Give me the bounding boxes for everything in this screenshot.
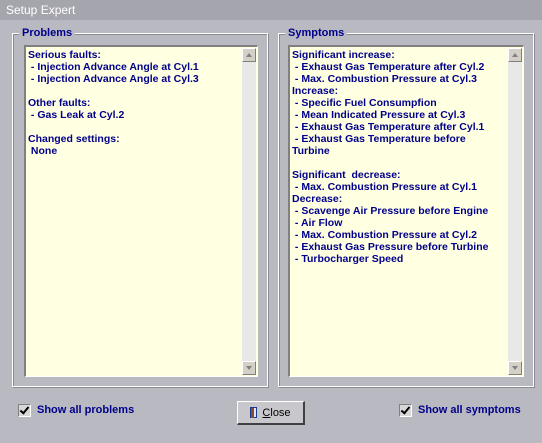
problems-list-item: - Injection Advance Angle at Cyl.1 xyxy=(28,61,199,73)
symptoms-list-item: - Mean Indicated Pressure at Cyl.3 xyxy=(292,109,466,121)
symptoms-list-item: Decrease: xyxy=(292,193,343,205)
show-all-problems-checkbox[interactable]: Show all problems xyxy=(18,403,134,417)
checkmark-icon xyxy=(400,403,411,415)
symptoms-list-item: - Exhaust Gas Temperature after Cyl.2 xyxy=(292,61,485,73)
show-all-symptoms-label[interactable]: Show all symptoms xyxy=(418,404,521,416)
symptoms-list-item xyxy=(292,157,507,169)
problems-list[interactable]: Serious faults: - Injection Advance Angl… xyxy=(24,45,258,377)
arrow-down-icon xyxy=(512,366,518,370)
close-button-label: Close xyxy=(262,406,291,419)
show-all-symptoms-checkbox[interactable]: Show all symptoms xyxy=(399,403,521,417)
symptoms-scrollbar[interactable] xyxy=(508,48,522,375)
problems-list-content: Serious faults: - Injection Advance Angl… xyxy=(28,49,241,374)
problems-list-item: Changed settings: xyxy=(28,133,120,145)
door-icon xyxy=(250,406,258,419)
problems-list-item: Serious faults: xyxy=(28,49,101,61)
checkbox-box[interactable] xyxy=(399,403,412,417)
symptoms-list-item: - Max. Combustion Pressure at Cyl.2 xyxy=(292,229,477,241)
close-button[interactable]: Close xyxy=(237,401,305,425)
problems-list-item xyxy=(28,85,241,97)
problems-list-item: None xyxy=(28,145,58,157)
symptoms-list-item: - Specific Fuel Consumpfion xyxy=(292,97,437,109)
arrow-down-icon xyxy=(246,366,252,370)
symptoms-list-item: - Exhaust Gas Temperature before xyxy=(292,133,466,145)
symptoms-scroll-up-button[interactable] xyxy=(508,48,522,62)
symptoms-list-item: Increase: xyxy=(292,85,339,97)
problems-scroll-down-button[interactable] xyxy=(242,361,256,375)
symptoms-group-label: Symptoms xyxy=(285,26,348,40)
symptoms-list-item: Turbine xyxy=(292,145,330,157)
problems-group-label: Problems xyxy=(19,26,76,40)
symptoms-list-item: - Air Flow xyxy=(292,217,343,229)
problems-list-item: - Gas Leak at Cyl.2 xyxy=(28,109,125,121)
symptoms-list-item: Significant increase: xyxy=(292,49,395,61)
arrow-up-icon xyxy=(246,53,252,57)
arrow-up-icon xyxy=(512,53,518,57)
symptoms-list-item: - Turbocharger Speed xyxy=(292,253,404,265)
window-title: Setup Expert xyxy=(0,0,542,20)
problems-scroll-up-button[interactable] xyxy=(242,48,256,62)
checkbox-box[interactable] xyxy=(18,403,31,417)
symptoms-list-item: - Exhaust Gas Pressure before Turbine xyxy=(292,241,489,253)
symptoms-list[interactable]: Significant increase: - Exhaust Gas Temp… xyxy=(288,45,524,377)
symptoms-group: Symptoms Significant increase: - Exhaust… xyxy=(278,26,534,387)
show-all-problems-label[interactable]: Show all problems xyxy=(37,404,134,416)
problems-scrollbar[interactable] xyxy=(242,48,256,375)
checkmark-icon xyxy=(19,403,30,415)
symptoms-scroll-down-button[interactable] xyxy=(508,361,522,375)
symptoms-list-item: - Exhaust Gas Temperature after Cyl.1 xyxy=(292,121,485,133)
problems-list-item: - Injection Advance Angle at Cyl.3 xyxy=(28,73,199,85)
symptoms-list-item: Significant decrease: xyxy=(292,169,401,181)
symptoms-list-item: - Max. Combustion Pressure at Cyl.3 xyxy=(292,73,477,85)
problems-group: Problems Serious faults: - Injection Adv… xyxy=(12,26,268,387)
problems-list-item xyxy=(28,121,241,133)
symptoms-list-item: - Max. Combustion Pressure at Cyl.1 xyxy=(292,181,477,193)
problems-list-item: Other faults: xyxy=(28,97,91,109)
symptoms-list-item: - Scavenge Air Pressure before Engine xyxy=(292,205,489,217)
symptoms-list-content: Significant increase: - Exhaust Gas Temp… xyxy=(292,49,507,374)
